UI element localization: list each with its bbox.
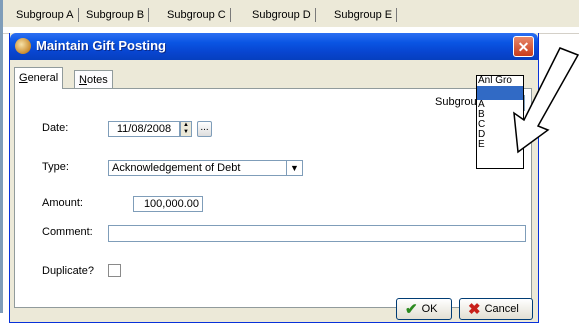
cancel-button[interactable]: ✖ Cancel <box>459 298 533 320</box>
tab-general-label: General <box>19 72 59 84</box>
comment-field[interactable] <box>108 225 526 242</box>
type-label: Type: <box>42 161 69 173</box>
grid-col-subgroup-b[interactable]: Subgroup B <box>82 8 150 22</box>
duplicate-checkbox[interactable] <box>108 264 121 277</box>
general-tab-panel: Subgroup: ▼ Date: 11/08/2008 ▲▼ ... Type… <box>14 88 532 308</box>
window-edge <box>0 0 3 313</box>
dialog-titlebar[interactable]: Maintain Gift Posting ✕ <box>10 33 538 60</box>
date-spinner[interactable]: ▲ ▼ <box>180 121 192 137</box>
tab-general[interactable]: General <box>14 67 64 89</box>
cancel-label: Cancel <box>484 303 519 315</box>
tab-notes-label: Notes <box>79 74 108 86</box>
date-label: Date: <box>42 122 69 134</box>
amount-field[interactable]: 100,000.00 <box>133 196 203 212</box>
comment-label: Comment: <box>42 226 93 238</box>
close-icon: ✕ <box>517 39 530 55</box>
app-icon <box>15 38 31 54</box>
background-grid-header: Subgroup A Subgroup B Subgroup C Subgrou… <box>0 0 579 28</box>
grid-col-subgroup-d[interactable]: Subgroup D <box>248 8 316 22</box>
grid-col-subgroup-a[interactable]: Subgroup A <box>12 8 79 22</box>
chevron-down-icon[interactable]: ▼ <box>286 161 302 175</box>
tab-notes[interactable]: Notes <box>74 70 113 89</box>
date-field[interactable]: 11/08/2008 <box>108 121 180 137</box>
x-icon: ✖ <box>468 301 481 318</box>
dialog-title: Maintain Gift Posting <box>36 38 166 53</box>
subgroup-option[interactable] <box>477 86 523 100</box>
close-button[interactable]: ✕ <box>513 36 534 57</box>
subgroup-option[interactable]: E <box>477 140 523 150</box>
grid-col-subgroup-e[interactable]: Subgroup E <box>330 8 398 22</box>
amount-label: Amount: <box>42 197 83 209</box>
date-picker-button[interactable]: ... <box>197 121 212 137</box>
duplicate-label: Duplicate? <box>42 265 94 277</box>
type-value: Acknowledgement of Debt <box>112 162 241 174</box>
subgroup-option[interactable]: Anl Gro <box>477 76 523 86</box>
grid-col-subgroup-c[interactable]: Subgroup C <box>163 8 231 22</box>
check-icon: ✔ <box>405 301 418 318</box>
maintain-gift-posting-dialog: Maintain Gift Posting ✕ General Notes Su… <box>9 33 539 323</box>
subgroup-dropdown-list: Anl Gro A B C D E <box>476 75 524 169</box>
type-select[interactable]: Acknowledgement of Debt ▼ <box>108 160 303 176</box>
ok-button[interactable]: ✔ OK <box>396 298 452 320</box>
ok-label: OK <box>421 303 438 315</box>
